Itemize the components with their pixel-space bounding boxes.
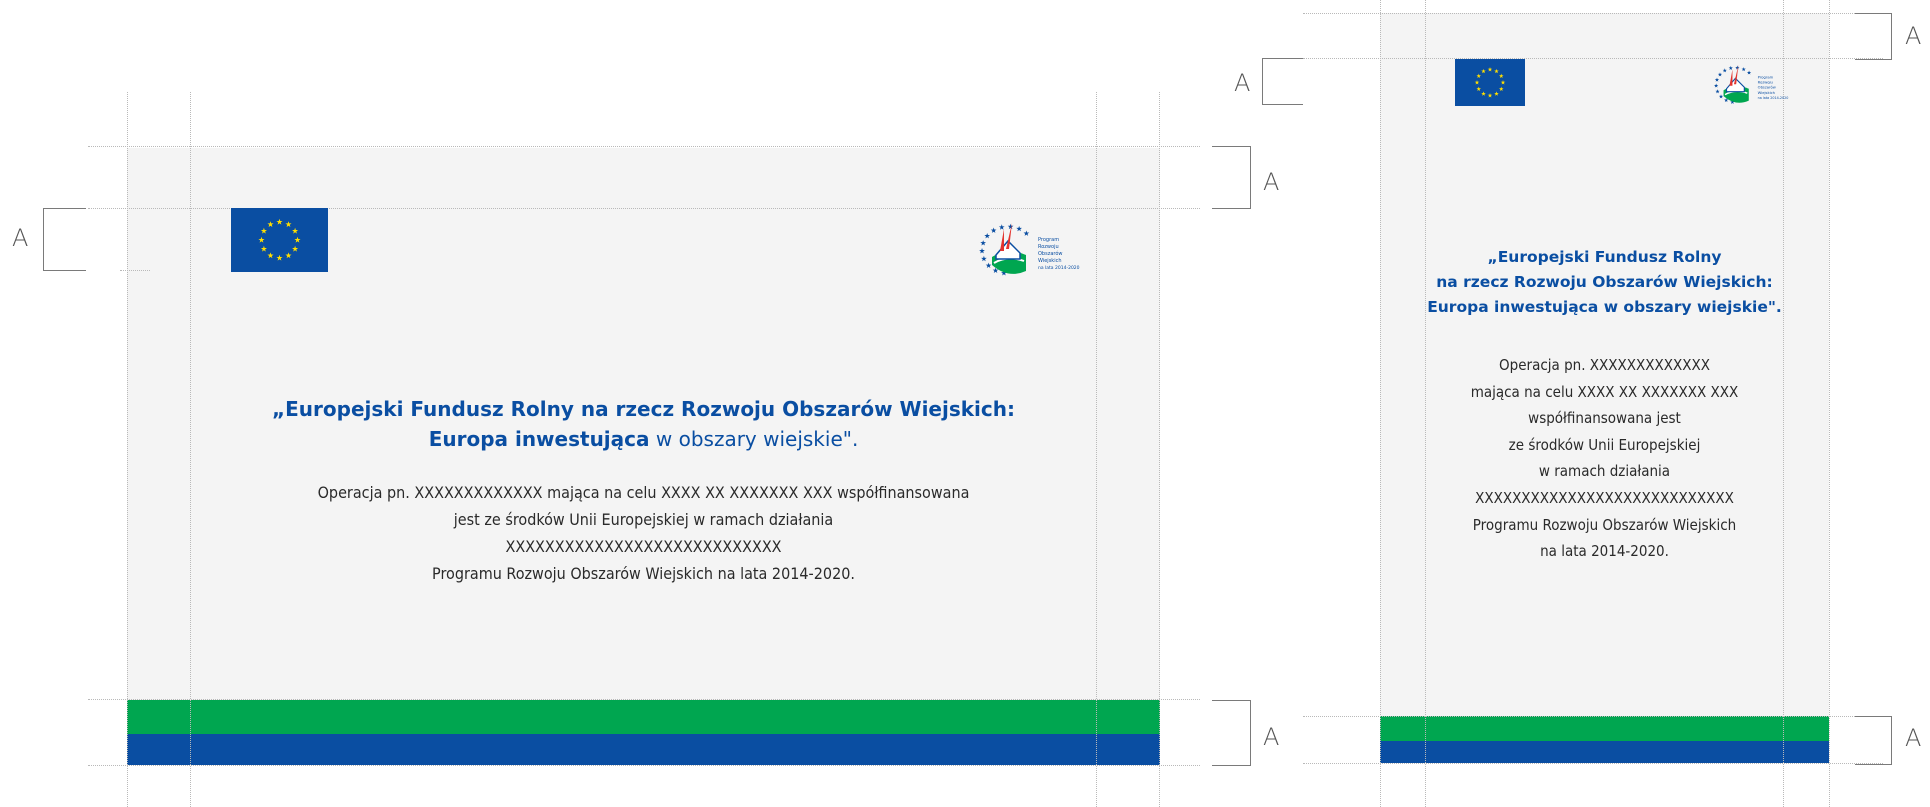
- portrait-margin-label-top: A: [1905, 22, 1922, 50]
- portrait-body-line: XXXXXXXXXXXXXXXXXXXXXXXXXXXX: [1475, 488, 1734, 507]
- landscape-title-rest: w obszary wiejskie".: [649, 427, 859, 451]
- landscape-body-line: Programu Rozwoju Obszarów Wiejskich na l…: [432, 564, 855, 583]
- landscape-margin-label-left: A: [12, 224, 29, 252]
- prow-star-icon: [1728, 65, 1733, 70]
- prow-logo-line: Obszarów: [1038, 250, 1063, 257]
- portrait-guide-top: [1303, 13, 1883, 14]
- prow-logo-line: Obszarów: [1758, 86, 1776, 90]
- prow-logo-line: Program: [1038, 237, 1059, 243]
- prow-logo-line: Wiejskich: [1758, 91, 1776, 95]
- eu-flag-stars: [231, 208, 328, 272]
- portrait-guide-right: [1829, 0, 1830, 807]
- portrait-green-band: [1380, 716, 1829, 741]
- portrait-title-line: Europa inwestująca w obszary wiejskie".: [1427, 298, 1782, 316]
- landscape-body: Operacja pn. XXXXXXXXXXXXX mająca na cel…: [160, 479, 1127, 587]
- portrait-body-line: na lata 2014-2020.: [1540, 542, 1669, 561]
- prow-star-icon: [979, 248, 985, 254]
- prow-star-icon: [998, 224, 1005, 230]
- landscape-body-line: XXXXXXXXXXXXXXXXXXXXXXXXXXXX: [505, 537, 782, 556]
- portrait-body: Operacja pn. XXXXXXXXXXXXX mająca na cel…: [1385, 352, 1824, 565]
- portrait-guide-top-inner: [1303, 58, 1883, 59]
- prow-star-icon: [1717, 72, 1723, 77]
- prow-star-icon: [990, 227, 997, 233]
- landscape-guide-bottom: [88, 765, 1200, 766]
- landscape-green-band: [127, 700, 1160, 734]
- prow-star-icon: [984, 232, 991, 239]
- landscape-guide-logo-bottom: [120, 270, 150, 271]
- prow-star-icon: [981, 255, 987, 262]
- prow-star-icon: [1722, 68, 1727, 73]
- portrait-guide-left: [1380, 0, 1381, 807]
- portrait-guide-bottom: [1303, 763, 1883, 764]
- portrait-title-line: na rzecz Rozwoju Obszarów Wiejskich:: [1436, 273, 1773, 291]
- landscape-margin-bracket-band: [1212, 700, 1251, 766]
- prow-logo-line: na lata 2014-2020: [1758, 96, 1789, 100]
- portrait-body-line: ze środków Unii Europejskiej: [1508, 435, 1701, 454]
- portrait-blue-band: [1380, 741, 1829, 763]
- portrait-margin-label-left: A: [1234, 69, 1251, 97]
- portrait-body-line: Operacja pn. XXXXXXXXXXXXX: [1499, 356, 1710, 374]
- eu-flag-icon: [1455, 59, 1525, 106]
- landscape-body-line: jest ze środków Unii Europejskiej w rama…: [453, 510, 834, 529]
- portrait-guide-band-top: [1303, 716, 1883, 717]
- portrait-title-line: „Europejski Fundusz Rolny: [1487, 248, 1722, 266]
- prow-star-icon: [980, 240, 987, 246]
- prow-logo-icon: Program Rozwoju Obszarów Wiejskich na la…: [1713, 62, 1789, 108]
- landscape-title: „Europejski Fundusz Rolny na rzecz Rozwo…: [160, 394, 1127, 454]
- prow-star-icon: [1714, 83, 1719, 88]
- prow-star-icon: [1016, 225, 1022, 232]
- landscape-guide-right: [1159, 92, 1160, 807]
- landscape-title-emphasis: Europa inwestująca: [428, 427, 650, 451]
- prow-star-icon: [1007, 223, 1014, 230]
- portrait-body-line: w ramach działania: [1538, 462, 1671, 481]
- landscape-margin-bracket-top: [1212, 146, 1251, 209]
- prow-logo-line: Wiejskich: [1038, 258, 1062, 264]
- portrait-margin-bracket-left: [1262, 58, 1303, 105]
- prow-star-icon: [1718, 94, 1724, 99]
- portrait-margin-label-band: A: [1905, 724, 1922, 752]
- prow-logo-line: Program: [1758, 75, 1774, 79]
- eu-flag-stars: [1455, 59, 1525, 106]
- landscape-title-line1: „Europejski Fundusz Rolny na rzecz Rozwo…: [271, 397, 1016, 421]
- prow-star-icon: [1715, 89, 1720, 94]
- landscape-margin-label-top: A: [1263, 168, 1280, 196]
- prow-star-icon: [1714, 77, 1720, 82]
- portrait-title: „Europejski Fundusz Rolny na rzecz Rozwo…: [1385, 245, 1824, 320]
- portrait-body-line: współfinansowana jest: [1528, 409, 1681, 428]
- prow-logo-line: Rozwoju: [1758, 81, 1773, 85]
- portrait-body-line: mająca na celu XXXX XX XXXXXXX XXX: [1470, 382, 1739, 401]
- eu-flag-icon: [231, 208, 328, 272]
- landscape-margin-label-band: A: [1263, 723, 1280, 751]
- landscape-guide-left: [127, 92, 128, 807]
- landscape-title-line2: Europa inwestująca w obszary wiejskie".: [160, 424, 1127, 454]
- prow-star-icon: [1023, 230, 1030, 236]
- prow-star-icon: [1741, 67, 1746, 72]
- prow-star-icon: [1735, 65, 1740, 70]
- prow-logo-icon: Program Rozwoju Obszarów Wiejskich na la…: [978, 219, 1080, 281]
- landscape-guide-band-top: [88, 699, 1200, 700]
- portrait-margin-bracket-top: [1855, 13, 1892, 60]
- portrait-margin-bracket-band: [1855, 716, 1892, 765]
- landscape-margin-bracket-left: [43, 208, 86, 271]
- portrait-body-line: Programu Rozwoju Obszarów Wiejskich: [1472, 515, 1737, 534]
- prow-star-icon: [985, 262, 992, 268]
- prow-star-icon: [1746, 70, 1752, 75]
- prow-logo-line: na lata 2014-2020: [1038, 265, 1080, 271]
- landscape-guide-top: [88, 146, 1200, 147]
- prow-logo-line: Rozwoju: [1038, 244, 1059, 250]
- landscape-body-line: Operacja pn. XXXXXXXXXXXXX mająca na cel…: [317, 483, 970, 502]
- landscape-blue-band: [127, 734, 1160, 765]
